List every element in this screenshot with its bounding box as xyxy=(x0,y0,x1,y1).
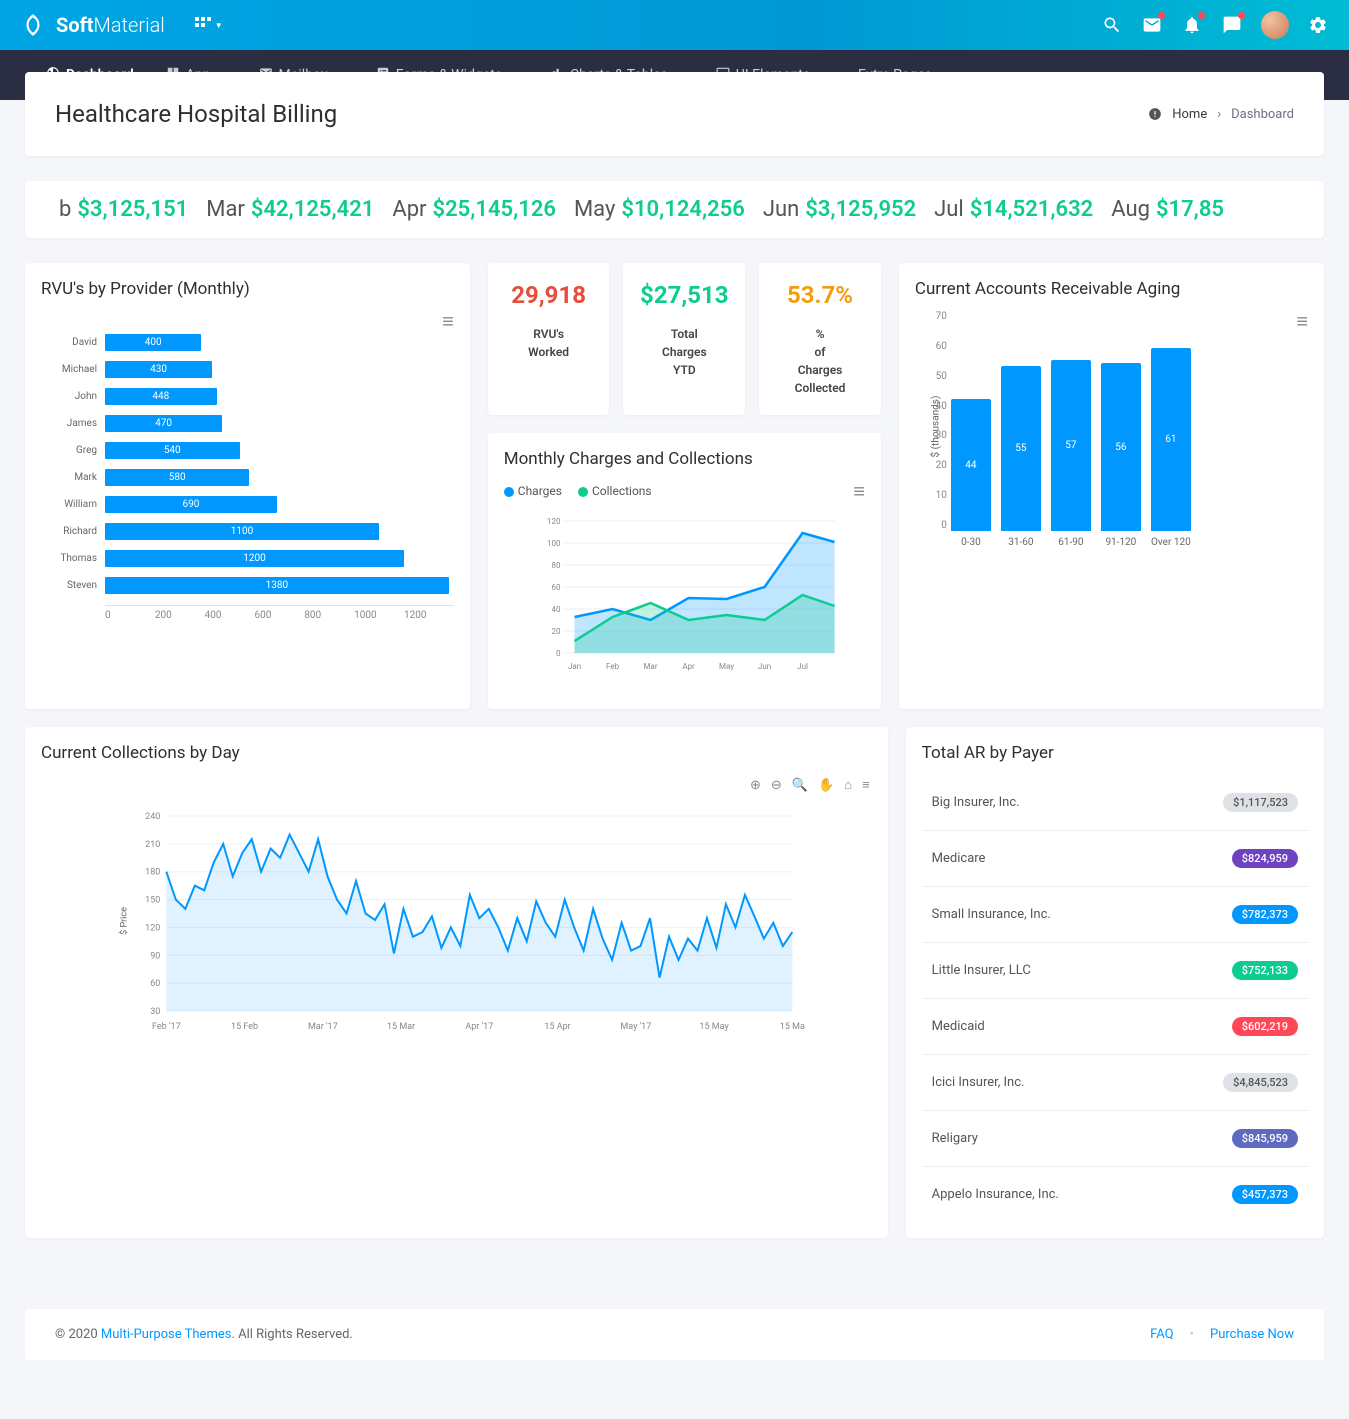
svg-text:Mar: Mar xyxy=(643,662,657,671)
svg-text:40: 40 xyxy=(551,605,560,614)
svg-text:15 Apr: 15 Apr xyxy=(544,1022,570,1032)
faq-link[interactable]: FAQ xyxy=(1150,1327,1173,1342)
ar-payer-card: Total AR by Payer Big Insurer, Inc.$1,11… xyxy=(906,727,1324,1238)
stat-card: 53.7%%ofChargesCollected xyxy=(759,263,881,415)
svg-text:210: 210 xyxy=(145,840,160,850)
chart-toolbar: ⊕ ⊖ 🔍 ✋ ⌂ ≡ xyxy=(41,775,872,795)
svg-text:Feb: Feb xyxy=(606,662,620,671)
logo[interactable]: SoftMaterial xyxy=(20,12,165,38)
payer-row: Small Insurance, Inc.$782,373 xyxy=(922,887,1308,943)
menu-icon[interactable]: ≡ xyxy=(860,775,872,795)
payer-row: Medicaid$602,219 xyxy=(922,999,1308,1055)
svg-text:Apr '17: Apr '17 xyxy=(465,1022,493,1032)
svg-text:15 Feb: 15 Feb xyxy=(231,1022,258,1032)
breadcrumb-current: Dashboard xyxy=(1231,107,1294,122)
svg-text:May '17: May '17 xyxy=(620,1022,651,1032)
collections-day-card: Current Collections by Day ⊕ ⊖ 🔍 ✋ ⌂ ≡ 3… xyxy=(25,727,888,1238)
rvu-chart: David400Michael430John448James470Greg540… xyxy=(41,329,454,599)
svg-text:$ Price: $ Price xyxy=(118,907,129,935)
footer-company-link[interactable]: Multi-Purpose Themes xyxy=(101,1327,232,1342)
svg-text:Feb '17: Feb '17 xyxy=(152,1022,181,1032)
monthly-charges-card: Monthly Charges and Collections ≡ Charge… xyxy=(488,433,881,709)
svg-text:Apr: Apr xyxy=(682,662,695,671)
top-header: SoftMaterial ▼ xyxy=(0,0,1349,50)
svg-text:60: 60 xyxy=(551,583,560,592)
page-title: Healthcare Hospital Billing xyxy=(55,100,337,128)
payer-row: Appelo Insurance, Inc.$457,373 xyxy=(922,1167,1308,1222)
payer-row: Religary$845,959 xyxy=(922,1111,1308,1167)
settings-icon[interactable] xyxy=(1307,14,1329,36)
stat-card: $27,513TotalChargesYTD xyxy=(623,263,745,415)
svg-text:90: 90 xyxy=(150,951,160,961)
chat-icon[interactable] xyxy=(1221,14,1243,36)
svg-text:May: May xyxy=(719,662,734,671)
breadcrumb-home[interactable]: Home xyxy=(1172,107,1207,122)
mail-icon[interactable] xyxy=(1141,14,1163,36)
payer-row: Little Insurer, LLC$752,133 xyxy=(922,943,1308,999)
svg-text:120: 120 xyxy=(547,517,561,526)
bell-icon[interactable] xyxy=(1181,14,1203,36)
svg-text:15 May: 15 May xyxy=(699,1022,729,1032)
avatar[interactable] xyxy=(1261,11,1289,39)
chart-menu-icon[interactable]: ≡ xyxy=(442,311,454,331)
svg-text:15 Ma: 15 Ma xyxy=(780,1022,805,1032)
stat-card: 29,918RVU'sWorked xyxy=(488,263,610,415)
page-header: Healthcare Hospital Billing Home › Dashb… xyxy=(25,72,1324,156)
zoom-out-icon[interactable]: ⊖ xyxy=(769,776,784,795)
zoom-in-icon[interactable]: ⊕ xyxy=(748,776,763,795)
pan-icon[interactable]: ✋ xyxy=(816,776,836,795)
collections-chart: 30 60 90 120 150 180 210 240 $ Price Feb '17 15 … xyxy=(41,801,872,1041)
svg-text:60: 60 xyxy=(150,979,160,989)
ar-aging-card: Current Accounts Receivable Aging ≡ $ (t… xyxy=(899,263,1324,709)
svg-text:150: 150 xyxy=(145,896,160,906)
breadcrumb: Home › Dashboard xyxy=(1148,107,1294,122)
svg-text:Mar '17: Mar '17 xyxy=(308,1022,338,1032)
monthly-chart: 120 100 80 60 40 20 0 Jan Feb Mar Apr May Jun Jul xyxy=(504,509,865,689)
ar-aging-chart: $ (thousands) 706050403020100 4455575661 xyxy=(915,311,1296,531)
chart-menu-icon[interactable]: ≡ xyxy=(853,481,865,501)
svg-text:20: 20 xyxy=(551,627,560,636)
payer-row: Medicare$824,959 xyxy=(922,831,1308,887)
svg-text:Jan: Jan xyxy=(568,662,581,671)
purchase-link[interactable]: Purchase Now xyxy=(1210,1327,1294,1342)
svg-text:0: 0 xyxy=(556,649,561,658)
svg-text:100: 100 xyxy=(547,539,561,548)
svg-text:Jul: Jul xyxy=(797,662,808,671)
svg-text:120: 120 xyxy=(145,923,160,933)
apps-grid-button[interactable]: ▼ xyxy=(195,17,223,33)
rvu-provider-card: RVU's by Provider (Monthly) ≡ David400Mi… xyxy=(25,263,470,709)
svg-text:240: 240 xyxy=(145,812,160,822)
svg-text:180: 180 xyxy=(145,868,160,878)
payer-row: Big Insurer, Inc.$1,117,523 xyxy=(922,775,1308,831)
svg-text:15 Mar: 15 Mar xyxy=(387,1022,415,1032)
chart-menu-icon[interactable]: ≡ xyxy=(1296,311,1308,331)
revenue-ticker: b$3,125,151Mar$42,125,421Apr$25,145,126M… xyxy=(25,181,1324,238)
logo-icon xyxy=(20,12,46,38)
footer: © 2020 Multi-Purpose Themes. All Rights … xyxy=(25,1309,1324,1360)
svg-text:30: 30 xyxy=(150,1007,160,1017)
dashboard-icon xyxy=(1148,107,1162,121)
search-icon[interactable] xyxy=(1101,14,1123,36)
stats-row: 29,918RVU'sWorked$27,513TotalChargesYTD5… xyxy=(488,263,881,415)
svg-text:Jun: Jun xyxy=(758,662,771,671)
home-icon[interactable]: ⌂ xyxy=(842,775,854,795)
zoom-tool-icon[interactable]: 🔍 xyxy=(790,776,810,795)
payer-row: Icici Insurer, Inc.$4,845,523 xyxy=(922,1055,1308,1111)
svg-text:80: 80 xyxy=(551,561,560,570)
